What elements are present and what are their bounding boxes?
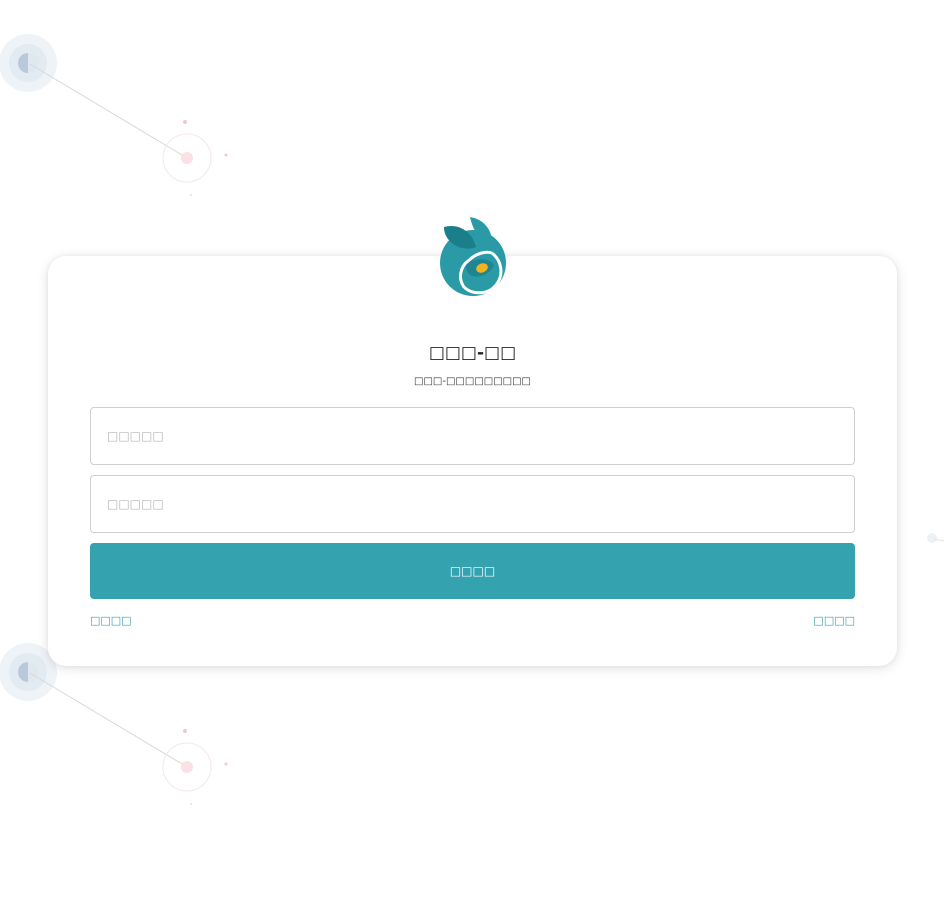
deco-node-blue-inner: [9, 44, 47, 82]
left-footer-link[interactable]: □□□□: [90, 614, 132, 628]
deco-dot: [224, 762, 228, 766]
password-input[interactable]: [90, 475, 855, 533]
deco-dot: [183, 729, 187, 733]
deco-node-edge: [927, 533, 937, 543]
rabbit-logo-icon: [440, 217, 506, 296]
deco-node-pink-dot: [181, 761, 193, 773]
page-subtitle: □□□-□□□□□□□□□: [414, 376, 531, 387]
deco-connector-line: [933, 538, 945, 542]
deco-connector-line: [29, 672, 183, 765]
deco-node-blue-half-right: [28, 662, 38, 682]
deco-dot: [183, 120, 187, 124]
deco-node-blue-half: [18, 662, 28, 682]
login-button[interactable]: □□□□: [90, 543, 855, 599]
right-footer-link[interactable]: □□□□: [813, 614, 855, 628]
deco-dot: [224, 153, 228, 157]
deco-dot: [190, 194, 192, 196]
deco-node-pink-ring: [162, 742, 212, 792]
username-input[interactable]: [90, 407, 855, 465]
deco-node-blue-half: [18, 53, 28, 73]
login-page: □□□-□□ □□□-□□□□□□□□□ □□□□ □ □□□ □ □□□: [0, 0, 945, 921]
deco-node-blue-outer: [0, 34, 57, 92]
page-title: □□□-□□: [428, 343, 517, 363]
deco-node-pink-dot: [181, 152, 193, 164]
deco-node-pink-ring: [162, 133, 212, 183]
deco-connector-line: [29, 63, 183, 156]
deco-node-blue-inner: [9, 653, 47, 691]
deco-node-blue-half-right: [28, 53, 38, 73]
deco-dot: [190, 803, 192, 805]
